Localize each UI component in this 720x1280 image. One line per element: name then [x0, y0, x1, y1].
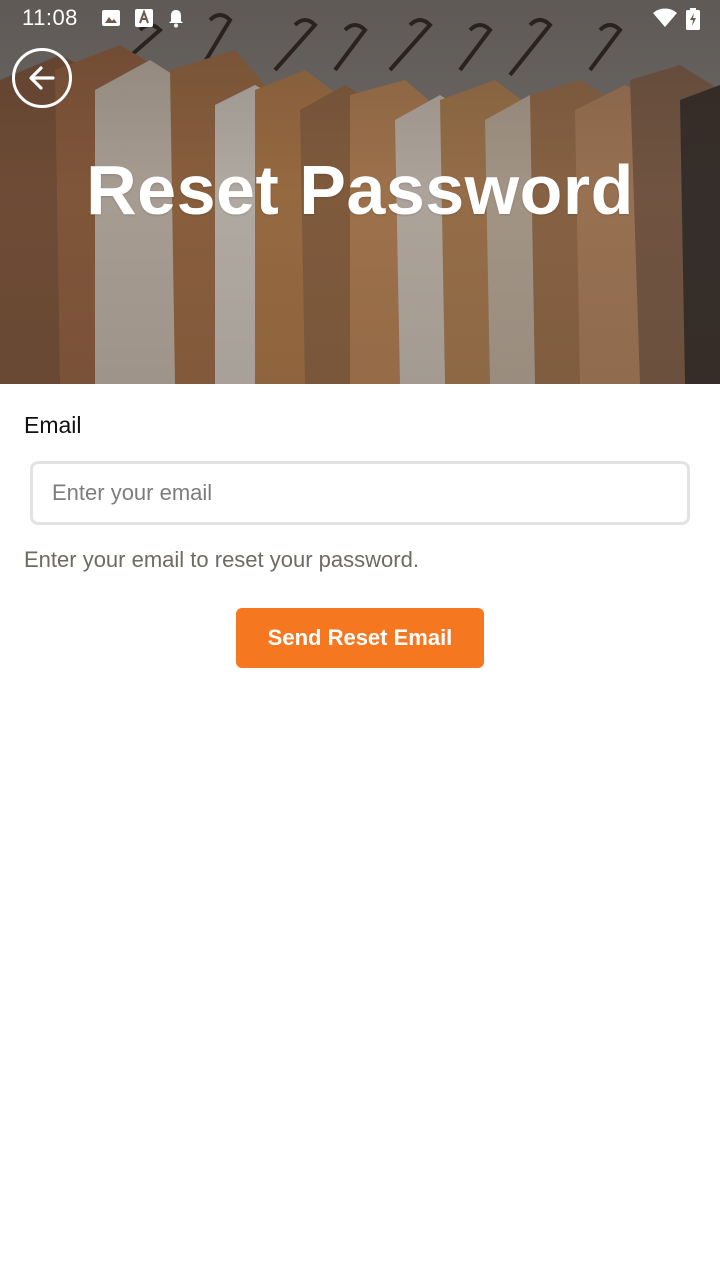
arrow-left-icon — [29, 66, 55, 90]
email-label: Email — [24, 412, 82, 438]
helper-text: Enter your email to reset your password. — [24, 547, 419, 572]
page-title: Reset Password — [86, 151, 634, 229]
status-time: 11:08 — [22, 5, 78, 30]
battery-charging-icon — [686, 8, 700, 30]
text-a-icon — [134, 8, 154, 28]
bell-icon — [166, 8, 186, 28]
status-bar: 11:08 — [0, 0, 720, 36]
back-button[interactable] — [12, 48, 72, 108]
wifi-icon — [652, 8, 678, 28]
email-field[interactable] — [30, 461, 690, 525]
image-icon — [101, 8, 121, 28]
send-reset-email-button[interactable]: Send Reset Email — [236, 608, 484, 668]
reset-password-screen: 11:08 Reset Password Email Enter your em… — [0, 0, 720, 1280]
